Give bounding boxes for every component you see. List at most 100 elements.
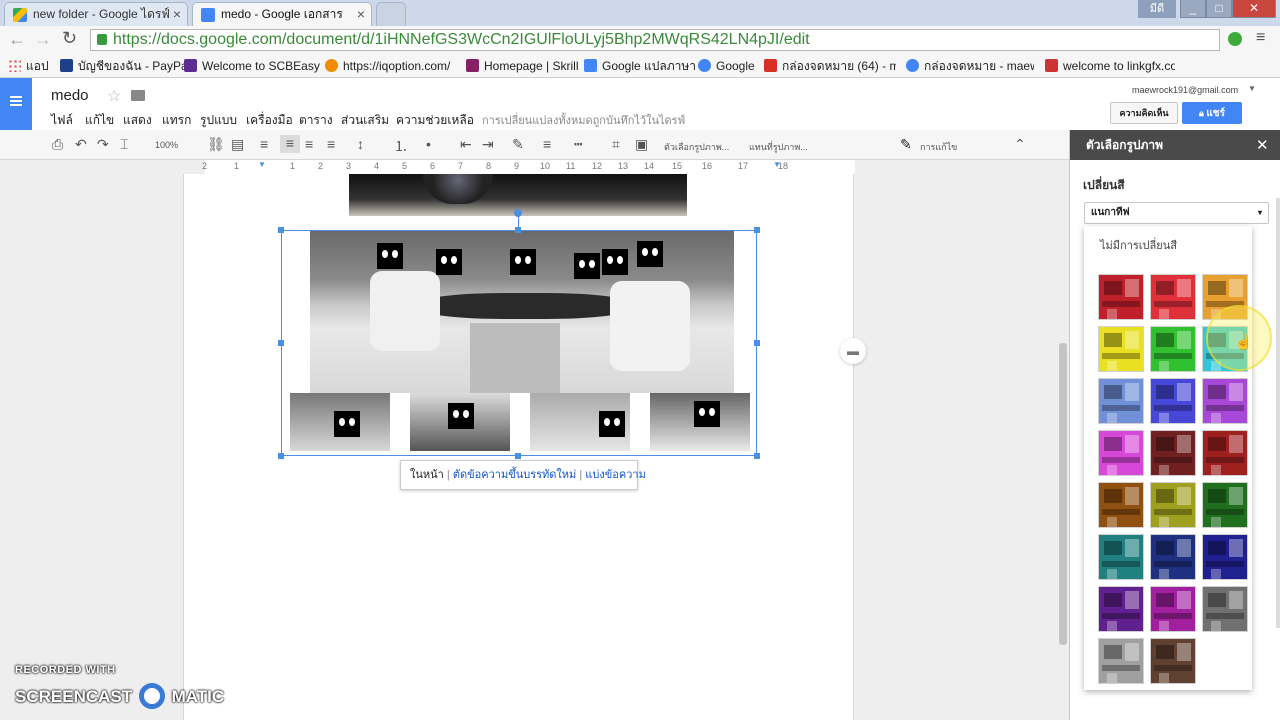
no-recolor-option[interactable]: ไม่มีการเปลี่ยนสี <box>1100 236 1177 254</box>
right-margin-marker-icon[interactable]: ▼ <box>773 160 781 169</box>
indent-marker-icon[interactable]: ▼ <box>258 160 266 169</box>
numbered-list-icon[interactable]: ⒈ <box>394 136 408 156</box>
wrap-break-text-option[interactable]: ตัดข้อความขึ้นบรรทัดใหม่ <box>453 469 576 481</box>
resize-handle[interactable] <box>278 227 284 233</box>
ruler[interactable]: 2 1 1 2 3 4 5 6 7 8 9 10 11 12 13 14 15 … <box>0 160 1070 174</box>
star-icon[interactable]: ☆ <box>107 86 121 106</box>
menu-view[interactable]: แสดง <box>123 111 152 130</box>
account-email[interactable]: maewrock191@gmail.com <box>1132 85 1238 95</box>
recolor-dropdown[interactable]: แนกาทีฟ ▾ <box>1084 202 1269 224</box>
bookmark-skrill[interactable]: Homepage | Skrill <box>466 58 579 74</box>
paint-format-icon[interactable]: ⌶ <box>120 136 128 153</box>
bookmark-scb[interactable]: Welcome to SCBEasy <box>184 58 320 74</box>
recolor-swatch[interactable] <box>1150 586 1196 632</box>
border-weight-icon[interactable]: ≡ <box>543 136 551 152</box>
recolor-swatch[interactable] <box>1202 586 1248 632</box>
redo-icon[interactable]: ↷ <box>97 136 109 153</box>
link-icon[interactable]: ⛓ <box>207 136 225 153</box>
back-icon[interactable]: ← <box>8 29 26 50</box>
close-icon[interactable]: ✕ <box>1256 136 1269 154</box>
image-options-button[interactable]: ตัวเลือกรูปภาพ... <box>664 140 729 154</box>
border-color-icon[interactable]: ✎ <box>512 136 524 153</box>
reload-icon[interactable]: ↻ <box>62 28 77 49</box>
close-tab-icon[interactable]: × <box>173 3 181 25</box>
increase-indent-icon[interactable]: ⇥ <box>482 136 494 153</box>
bookmark-gmail[interactable]: กล่องจดหมาย (64) - ma <box>764 58 896 74</box>
wrap-text-option[interactable]: แบ่งข้อความ <box>585 469 646 481</box>
align-center-icon[interactable]: ≡ <box>280 135 300 153</box>
resize-handle[interactable] <box>754 227 760 233</box>
recolor-swatch[interactable] <box>1202 482 1248 528</box>
menu-edit[interactable]: แก้ไข <box>85 111 114 130</box>
recolor-swatch[interactable] <box>1098 378 1144 424</box>
bookmark-iqoption[interactable]: https://iqoption.com/ <box>325 58 450 74</box>
share-button[interactable]: 🔒︎ แชร์ <box>1182 102 1242 124</box>
align-right-icon[interactable]: ≡ <box>305 136 313 152</box>
recolor-swatch[interactable] <box>1098 586 1144 632</box>
recolor-swatch[interactable] <box>1150 430 1196 476</box>
wrap-inline-option[interactable]: ในหน้า <box>410 469 444 481</box>
document-page[interactable]: ในหน้า | ตัดข้อความขึ้นบรรทัดใหม่ | แบ่ง… <box>183 174 854 720</box>
recolor-swatch[interactable] <box>1098 482 1144 528</box>
selected-image[interactable] <box>281 230 757 456</box>
recolor-swatch[interactable] <box>1202 534 1248 580</box>
close-window-icon[interactable]: ✕ <box>1232 0 1276 18</box>
recolor-swatch[interactable] <box>1098 274 1144 320</box>
resize-handle[interactable] <box>754 340 760 346</box>
minimize-icon[interactable]: _ <box>1180 0 1206 18</box>
replace-image-button[interactable]: แทนที่รูปภาพ... <box>749 140 808 154</box>
editing-mode-select[interactable]: การแก้ไข <box>920 140 957 154</box>
print-icon[interactable]: ⎙ <box>52 136 63 153</box>
zoom-select[interactable]: 100% <box>155 140 178 150</box>
resize-handle[interactable] <box>754 453 760 459</box>
resize-handle[interactable] <box>515 453 521 459</box>
forward-icon[interactable]: → <box>34 29 52 50</box>
close-tab-icon[interactable]: × <box>357 3 365 25</box>
comments-button[interactable]: ความคิดเห็น <box>1110 102 1178 124</box>
border-dash-icon[interactable]: ┅ <box>574 136 582 153</box>
doc-title[interactable]: medo <box>51 87 89 104</box>
scrollbar-thumb[interactable] <box>1059 343 1067 645</box>
add-comment-icon[interactable]: ▬ <box>840 338 866 364</box>
recolor-swatch[interactable] <box>1150 326 1196 372</box>
crop-icon[interactable]: ⌗ <box>612 136 620 153</box>
browser-tab-drive[interactable]: new folder - Google ไดรฟ์ × <box>4 2 188 26</box>
new-tab-button[interactable] <box>376 2 406 26</box>
recolor-swatch[interactable] <box>1098 326 1144 372</box>
window-user-badge[interactable]: มีดี <box>1138 0 1176 18</box>
maximize-icon[interactable]: □ <box>1206 0 1232 18</box>
resize-handle[interactable] <box>278 340 284 346</box>
menu-file[interactable]: ไฟล์ <box>51 111 73 130</box>
menu-format[interactable]: รูปแบบ <box>200 111 237 130</box>
recolor-swatch[interactable] <box>1150 482 1196 528</box>
bookmark-gmail-2[interactable]: กล่องจดหมาย - maewro <box>906 58 1034 74</box>
extension-icon[interactable] <box>1228 32 1242 46</box>
browser-tab-docs[interactable]: medo - Google เอกสาร × <box>192 2 372 26</box>
bookmark-translate[interactable]: Google แปลภาษา <box>584 58 696 74</box>
comment-icon[interactable]: ▤ <box>231 136 244 153</box>
recolor-swatch[interactable] <box>1202 430 1248 476</box>
line-spacing-icon[interactable]: ↕ <box>357 136 364 152</box>
recolor-swatch[interactable] <box>1098 430 1144 476</box>
menu-insert[interactable]: แทรก <box>162 111 191 130</box>
bookmark-apps[interactable]: แอป <box>8 58 49 74</box>
menu-icon[interactable]: ≡ <box>1256 29 1265 47</box>
recolor-swatch[interactable] <box>1150 378 1196 424</box>
recolor-swatch[interactable] <box>1098 534 1144 580</box>
bulleted-list-icon[interactable]: • <box>426 136 431 152</box>
menu-table[interactable]: ตาราง <box>299 111 333 130</box>
save-status[interactable]: การเปลี่ยนแปลงทั้งหมดถูกบันทึกไว้ในไดรฟ์ <box>482 111 685 129</box>
menu-tools[interactable]: เครื่องมือ <box>246 111 293 130</box>
resize-handle[interactable] <box>278 453 284 459</box>
decrease-indent-icon[interactable]: ⇤ <box>460 136 472 153</box>
recolor-swatch[interactable] <box>1098 638 1144 684</box>
address-bar[interactable]: https://docs.google.com/document/d/1iHNN… <box>90 29 1220 51</box>
collapse-toolbar-icon[interactable]: ⌃ <box>1014 136 1026 153</box>
docs-home-button[interactable] <box>0 78 32 130</box>
recolor-swatch[interactable] <box>1150 638 1196 684</box>
undo-icon[interactable]: ↶ <box>75 136 87 153</box>
recolor-swatch[interactable] <box>1150 534 1196 580</box>
image-reset-icon[interactable]: ▣ <box>635 136 648 153</box>
folder-icon[interactable] <box>131 90 145 101</box>
bookmark-google[interactable]: Google <box>698 58 755 74</box>
